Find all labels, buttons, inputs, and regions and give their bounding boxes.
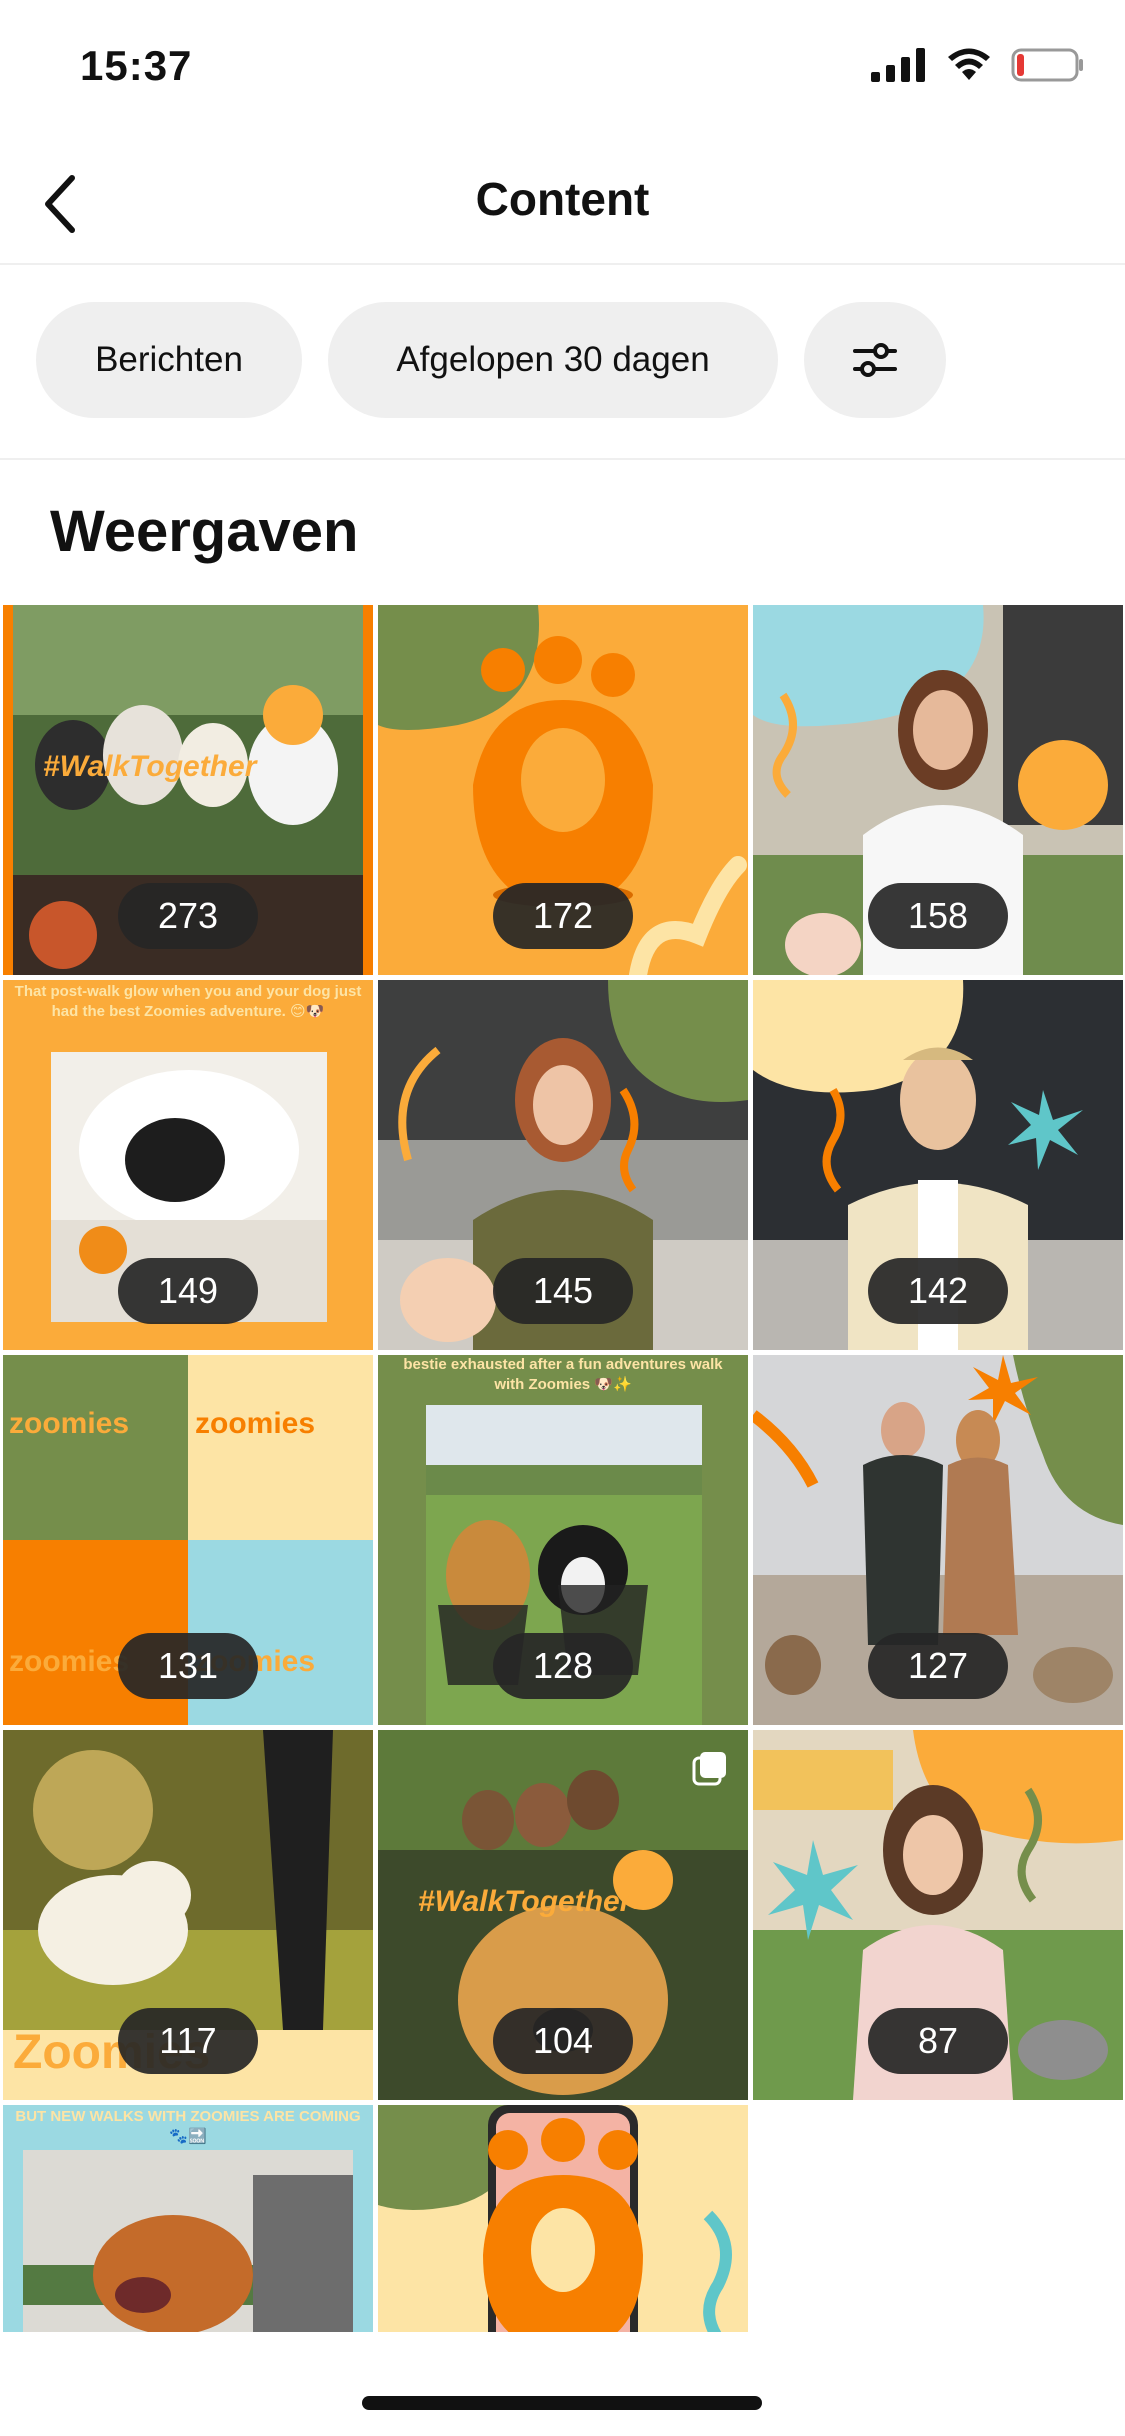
post-tile[interactable]: 172 [378, 605, 748, 975]
brand-text: zoomies [9, 1407, 130, 1440]
post-tile[interactable]: zoomies zoomies zoomies zoomies 131 [3, 1355, 373, 1725]
view-count: 127 [868, 1633, 1008, 1699]
content-type-filter[interactable]: Berichten [36, 302, 302, 418]
post-tile[interactable]: Zoomies 117 [3, 1730, 373, 2100]
sliders-icon [853, 343, 897, 377]
post-tile[interactable]: 145 [378, 980, 748, 1350]
post-caption: BUT NEW WALKS WITH ZOOMIES ARE COMING 🐾🔜 [15, 2108, 361, 2145]
post-tile[interactable]: bestie exhausted after a fun adventures … [378, 1355, 748, 1725]
post-tile[interactable] [378, 2105, 748, 2332]
post-thumbnail [378, 2105, 748, 2332]
post-tile[interactable]: 87 [753, 1730, 1123, 2100]
view-count: 128 [493, 1633, 633, 1699]
post-caption: That post-walk glow when you and your do… [14, 983, 362, 1020]
view-count: 273 [118, 883, 258, 949]
filter-settings-button[interactable] [804, 302, 946, 418]
view-count: 172 [493, 883, 633, 949]
post-tile[interactable]: That post-walk glow when you and your do… [3, 980, 373, 1350]
view-count: 131 [118, 1633, 258, 1699]
period-filter[interactable]: Afgelopen 30 dagen [328, 302, 778, 418]
brand-text: zoomies [195, 1407, 316, 1440]
multi-post-icon [692, 1752, 726, 1786]
view-count: 87 [868, 2008, 1008, 2074]
battery-icon [1011, 48, 1083, 82]
post-caption: #WalkTogether [418, 1885, 632, 1918]
signal-icon [871, 48, 925, 82]
section-title: Weergaven [50, 499, 359, 564]
post-tile[interactable]: BUT NEW WALKS WITH ZOOMIES ARE COMING 🐾🔜 [3, 2105, 373, 2332]
wifi-icon [948, 48, 990, 80]
home-indicator [362, 2396, 762, 2410]
view-count: 142 [868, 1258, 1008, 1324]
post-tile[interactable]: #WalkTogether 273 [3, 605, 373, 975]
post-tile[interactable]: #WalkTogether 104 [378, 1730, 748, 2100]
filter-bar: Berichten Afgelopen 30 dagen [0, 265, 1125, 460]
post-caption: #WalkTogether [43, 750, 257, 783]
post-caption: bestie exhausted after a fun adventures … [403, 1356, 723, 1393]
view-count: 149 [118, 1258, 258, 1324]
brand-text: zoomies [9, 1645, 130, 1678]
post-tile[interactable]: 158 [753, 605, 1123, 975]
page-title: Content [475, 173, 650, 225]
view-count: 145 [493, 1258, 633, 1324]
status-icons [871, 48, 1085, 82]
nav-bar: Content [0, 140, 1125, 265]
status-time: 15:37 [80, 42, 193, 89]
view-count: 158 [868, 883, 1008, 949]
view-count: 104 [493, 2008, 633, 2074]
post-tile[interactable]: 142 [753, 980, 1123, 1350]
post-tile[interactable]: 127 [753, 1355, 1123, 1725]
view-count: 117 [118, 2008, 258, 2074]
status-bar: 15:37 [0, 0, 1125, 140]
